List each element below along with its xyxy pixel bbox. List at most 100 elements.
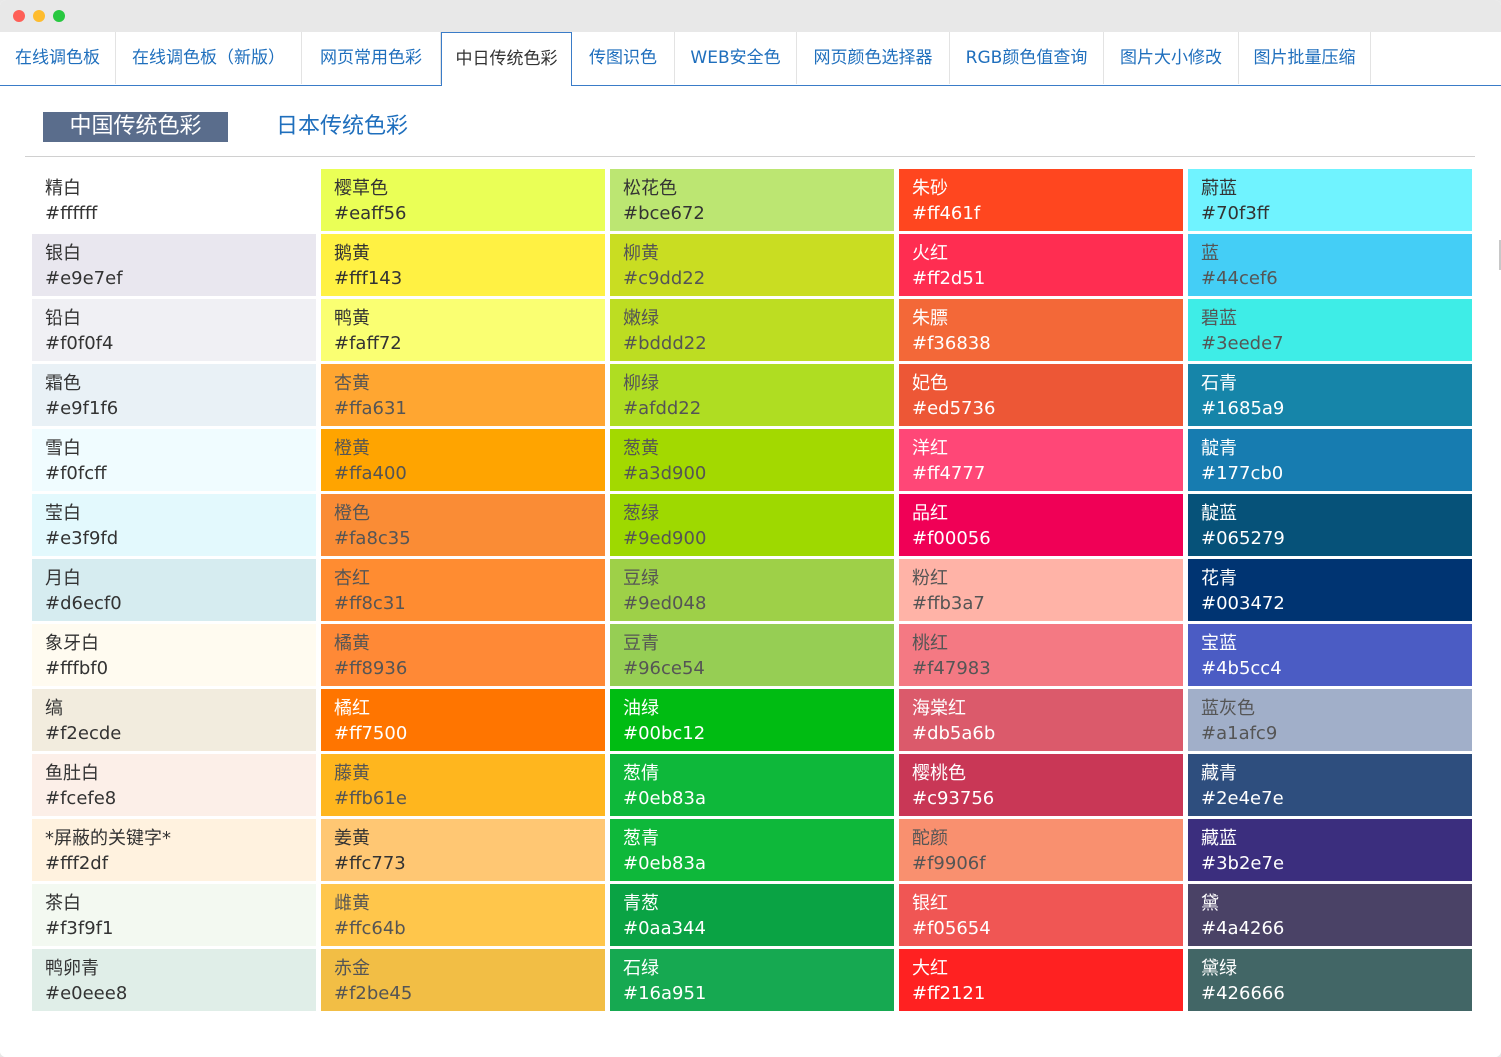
color-hex: #ffa631	[334, 398, 407, 419]
tab-web-color-selector[interactable]: 网页颜色选择器	[797, 32, 950, 84]
color-swatch[interactable]: 鸭黄 #faff72	[321, 299, 605, 361]
color-swatch[interactable]: 葱青 #0eb83a	[610, 819, 894, 881]
tab-web-safe-colors[interactable]: WEB安全色	[675, 32, 797, 84]
color-swatch[interactable]: 杏黄 #ffa631	[321, 364, 605, 426]
color-name: 嫩绿	[623, 308, 659, 329]
color-swatch[interactable]: 桃红 #f47983	[899, 624, 1183, 686]
color-swatch[interactable]: 藏蓝 #3b2e7e	[1188, 819, 1472, 881]
color-name: 柳绿	[623, 373, 659, 394]
color-name: 樱桃色	[912, 763, 966, 784]
color-swatch[interactable]: 精白 #ffffff	[32, 169, 316, 231]
color-swatch[interactable]: 品红 #f00056	[899, 494, 1183, 556]
tab-online-palette-new[interactable]: 在线调色板（新版）	[116, 32, 302, 84]
color-swatch[interactable]: 油绿 #00bc12	[610, 689, 894, 751]
color-hex: #0eb83a	[623, 788, 706, 809]
maximize-window-button[interactable]	[53, 10, 65, 22]
color-swatch[interactable]: 茶白 #f3f9f1	[32, 884, 316, 946]
color-swatch[interactable]: 霜色 #e9f1f6	[32, 364, 316, 426]
color-name: 葱绿	[623, 503, 659, 524]
color-swatch[interactable]: 海棠红 #db5a6b	[899, 689, 1183, 751]
color-swatch[interactable]: 蓝 #44cef6	[1188, 234, 1472, 296]
color-swatch[interactable]: 嫩绿 #bddd22	[610, 299, 894, 361]
color-swatch[interactable]: 蓝灰色 #a1afc9	[1188, 689, 1472, 751]
color-swatch[interactable]: 鱼肚白 #fcefe8	[32, 754, 316, 816]
color-hex: #ff2d51	[912, 268, 986, 289]
color-hex: #fffbf0	[45, 658, 109, 679]
color-swatch[interactable]: 莹白 #e3f9fd	[32, 494, 316, 556]
color-name: 石绿	[623, 958, 659, 979]
tab-cn-jp-traditional-colors[interactable]: 中日传统色彩	[441, 32, 572, 86]
color-swatch[interactable]: 松花色 #bce672	[610, 169, 894, 231]
color-swatch[interactable]: 象牙白 #fffbf0	[32, 624, 316, 686]
minimize-window-button[interactable]	[33, 10, 45, 22]
color-swatch[interactable]: 橘红 #ff7500	[321, 689, 605, 751]
tab-image-color-picker[interactable]: 传图识色	[572, 32, 675, 84]
color-swatch[interactable]: 杏红 #ff8c31	[321, 559, 605, 621]
color-swatch[interactable]: 藏青 #2e4e7e	[1188, 754, 1472, 816]
color-hex: #44cef6	[1201, 268, 1278, 289]
tab-online-palette[interactable]: 在线调色板	[0, 32, 116, 84]
color-swatch[interactable]: 橙色 #fa8c35	[321, 494, 605, 556]
color-swatch[interactable]: 妃色 #ed5736	[899, 364, 1183, 426]
tab-image-resize[interactable]: 图片大小修改	[1104, 32, 1239, 84]
color-swatch[interactable]: 缟 #f2ecde	[32, 689, 316, 751]
color-swatch[interactable]: 粉红 #ffb3a7	[899, 559, 1183, 621]
color-swatch[interactable]: *屏蔽的关键字* #fff2df	[32, 819, 316, 881]
color-swatch[interactable]: 石青 #1685a9	[1188, 364, 1472, 426]
color-swatch[interactable]: 樱草色 #eaff56	[321, 169, 605, 231]
color-swatch[interactable]: 朱膘 #f36838	[899, 299, 1183, 361]
color-swatch[interactable]: 鹅黄 #fff143	[321, 234, 605, 296]
color-swatch[interactable]: 葱绿 #9ed900	[610, 494, 894, 556]
color-hex: #f2ecde	[45, 723, 122, 744]
color-swatch[interactable]: 雌黄 #ffc64b	[321, 884, 605, 946]
color-name: 青葱	[623, 893, 659, 914]
color-name: 大红	[912, 958, 948, 979]
color-swatch[interactable]: 洋红 #ff4777	[899, 429, 1183, 491]
color-swatch[interactable]: 花青 #003472	[1188, 559, 1472, 621]
color-swatch[interactable]: 樱桃色 #c93756	[899, 754, 1183, 816]
color-swatch[interactable]: 赤金 #f2be45	[321, 949, 605, 1011]
color-swatch[interactable]: 黛 #4a4266	[1188, 884, 1472, 946]
color-swatch[interactable]: 银白 #e9e7ef	[32, 234, 316, 296]
color-swatch[interactable]: 黛绿 #426666	[1188, 949, 1472, 1011]
tab-web-common-colors[interactable]: 网页常用色彩	[302, 32, 441, 84]
color-swatch[interactable]: 柳绿 #afdd22	[610, 364, 894, 426]
color-name: 葱黄	[623, 438, 659, 459]
color-swatch[interactable]: 豆青 #96ce54	[610, 624, 894, 686]
chinese-colors-tab[interactable]: 中国传统色彩	[43, 112, 228, 142]
color-swatch[interactable]: 雪白 #f0fcff	[32, 429, 316, 491]
color-hex: #ff461f	[912, 203, 981, 224]
color-swatch[interactable]: 宝蓝 #4b5cc4	[1188, 624, 1472, 686]
color-swatch[interactable]: 豆绿 #9ed048	[610, 559, 894, 621]
color-swatch[interactable]: 酡颜 #f9906f	[899, 819, 1183, 881]
color-swatch[interactable]: 青葱 #0aa344	[610, 884, 894, 946]
color-swatch[interactable]: 朱砂 #ff461f	[899, 169, 1183, 231]
color-swatch[interactable]: 葱倩 #0eb83a	[610, 754, 894, 816]
color-swatch[interactable]: 月白 #d6ecf0	[32, 559, 316, 621]
tab-rgb-lookup[interactable]: RGB颜色值查询	[950, 32, 1104, 84]
japanese-colors-tab[interactable]: 日本传统色彩	[262, 112, 422, 142]
color-hex: #fcefe8	[45, 788, 117, 809]
color-hex: #1685a9	[1201, 398, 1285, 419]
tab-image-batch-compress[interactable]: 图片批量压缩	[1239, 32, 1371, 84]
color-swatch[interactable]: 橙黄 #ffa400	[321, 429, 605, 491]
color-swatch[interactable]: 葱黄 #a3d900	[610, 429, 894, 491]
color-swatch[interactable]: 柳黄 #c9dd22	[610, 234, 894, 296]
color-swatch[interactable]: 银红 #f05654	[899, 884, 1183, 946]
color-swatch[interactable]: 火红 #ff2d51	[899, 234, 1183, 296]
color-swatch[interactable]: 石绿 #16a951	[610, 949, 894, 1011]
color-swatch[interactable]: 藤黄 #ffb61e	[321, 754, 605, 816]
color-hex: #f0fcff	[45, 463, 107, 484]
color-swatch[interactable]: 靛蓝 #065279	[1188, 494, 1472, 556]
color-name: 樱草色	[334, 178, 388, 199]
color-swatch[interactable]: 鸭卵青 #e0eee8	[32, 949, 316, 1011]
color-hex: #9ed048	[623, 593, 707, 614]
color-swatch[interactable]: 大红 #ff2121	[899, 949, 1183, 1011]
color-swatch[interactable]: 靛青 #177cb0	[1188, 429, 1472, 491]
color-swatch[interactable]: 铅白 #f0f0f4	[32, 299, 316, 361]
close-window-button[interactable]	[13, 10, 25, 22]
color-swatch[interactable]: 蔚蓝 #70f3ff	[1188, 169, 1472, 231]
color-swatch[interactable]: 橘黄 #ff8936	[321, 624, 605, 686]
color-swatch[interactable]: 姜黄 #ffc773	[321, 819, 605, 881]
color-swatch[interactable]: 碧蓝 #3eede7	[1188, 299, 1472, 361]
